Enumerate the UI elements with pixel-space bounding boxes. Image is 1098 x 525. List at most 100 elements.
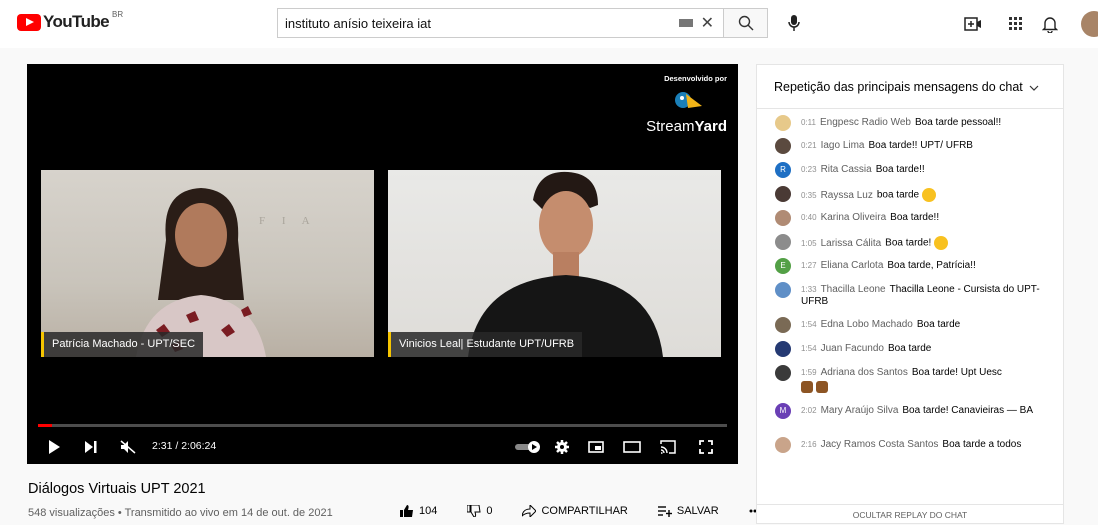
speaker-name-right: Vinicios Leal| Estudante UPT/UFRB <box>388 332 583 357</box>
bell-icon <box>1042 17 1058 33</box>
chat-avatar[interactable] <box>775 437 791 453</box>
chat-author[interactable]: Engpesc Radio Web <box>820 117 911 128</box>
chat-text: Boa tarde <box>887 343 932 354</box>
clear-search-icon[interactable]: ✕ <box>701 13 714 33</box>
hide-chat-replay-button[interactable]: OCULTAR REPLAY DO CHAT <box>757 504 1063 524</box>
chat-message-body: 1:27 Eliana Carlota Boa tarde, Patrícia!! <box>801 260 1045 272</box>
chat-avatar[interactable] <box>775 341 791 357</box>
account-avatar[interactable] <box>1081 11 1098 37</box>
voice-search-button[interactable] <box>783 12 805 34</box>
chat-avatar[interactable] <box>775 234 791 250</box>
like-button[interactable]: 104 <box>400 505 452 517</box>
chat-author[interactable]: Iago Lima <box>821 140 865 151</box>
chat-timestamp: 1:54 <box>801 320 817 329</box>
chat-timestamp: 1:27 <box>801 261 817 270</box>
youtube-logo[interactable]: YouTube BR <box>17 10 123 32</box>
progress-bar[interactable] <box>38 424 727 427</box>
like-count: 104 <box>419 505 438 517</box>
chat-avatar[interactable] <box>775 115 791 131</box>
chat-header[interactable]: Repetição das principais mensagens do ch… <box>757 65 1063 109</box>
chat-message: 1:54 Juan Facundo Boa tarde <box>775 341 1045 357</box>
chat-avatar[interactable]: E <box>775 258 791 274</box>
speaker-panel-right: Vinicios Leal| Estudante UPT/UFRB <box>388 170 721 357</box>
save-label: SALVAR <box>676 505 719 517</box>
chat-timestamp: 0:23 <box>801 165 817 174</box>
chat-message: 0:21 Iago Lima Boa tarde!! UPT/ UFRB <box>775 138 1045 154</box>
mute-button[interactable] <box>119 439 137 455</box>
chat-timestamp: 0:21 <box>801 141 817 150</box>
video-player[interactable]: Desenvolvido por StreamYard F I A Patríc… <box>27 64 738 464</box>
chat-message-body: 1:54 Edna Lobo Machado Boa tarde <box>801 319 1045 331</box>
chat-message-body: 0:23 Rita Cassia Boa tarde!! <box>801 164 1045 176</box>
theater-mode-button[interactable] <box>623 439 641 455</box>
chat-author[interactable]: Mary Araújo Silva <box>821 405 899 416</box>
chat-avatar[interactable] <box>775 365 791 381</box>
thumbs-up-icon <box>400 505 413 517</box>
share-label: COMPARTILHAR <box>541 505 628 517</box>
chat-message: 0:35 Rayssa Luz boa tarde <box>775 186 1045 202</box>
speaker-woman-image <box>136 188 266 357</box>
chat-text: Boa tarde pessoal!! <box>914 117 1002 128</box>
chat-text: Boa tarde a todos <box>942 439 1022 450</box>
streamyard-bird-icon <box>675 92 702 108</box>
create-video-button[interactable] <box>962 13 984 35</box>
search-input[interactable]: instituto anísio teixeira iat <box>278 16 679 31</box>
chat-author[interactable]: Adriana dos Santos <box>821 367 908 378</box>
apps-button[interactable] <box>1005 13 1027 35</box>
apps-grid-icon <box>1009 17 1022 30</box>
next-button[interactable] <box>82 439 100 455</box>
chat-message: 0:11 Engpesc Radio Web Boa tarde pessoal!! <box>775 115 1045 131</box>
playlist-add-icon <box>657 506 672 517</box>
chat-author[interactable]: Juan Facundo <box>821 343 884 354</box>
cast-button[interactable] <box>659 439 677 455</box>
chat-avatar[interactable] <box>775 138 791 154</box>
fullscreen-button[interactable] <box>697 439 715 455</box>
chat-author[interactable]: Rayssa Luz <box>821 190 873 201</box>
chat-avatar[interactable] <box>775 282 791 298</box>
chat-avatar[interactable] <box>775 317 791 333</box>
share-button[interactable]: COMPARTILHAR <box>522 505 642 517</box>
next-icon <box>85 441 97 453</box>
chat-text: Boa tarde <box>916 319 961 330</box>
play-button[interactable] <box>45 439 63 455</box>
autoplay-toggle[interactable] <box>515 439 541 455</box>
miniplayer-button[interactable] <box>587 439 605 455</box>
chat-avatar[interactable] <box>775 210 791 226</box>
settings-button[interactable] <box>553 439 571 455</box>
chat-avatar[interactable]: M <box>775 403 791 419</box>
keyboard-icon[interactable] <box>678 19 693 27</box>
logo-text: YouTube <box>43 12 110 31</box>
chat-author[interactable]: Rita Cassia <box>821 164 872 175</box>
chat-avatar[interactable] <box>775 186 791 202</box>
search-button[interactable] <box>723 8 768 38</box>
chat-timestamp: 0:35 <box>801 190 817 200</box>
video-actions: 104 0 COMPARTILHAR SALVAR <box>400 505 776 517</box>
chat-message: 1:59 Adriana dos Santos Boa tarde! Upt Ues… <box>775 365 1045 394</box>
chat-author[interactable]: Jacy Ramos Costa Santos <box>821 439 939 450</box>
cast-icon <box>660 440 676 454</box>
chat-author[interactable]: Eliana Carlota <box>821 260 884 271</box>
gear-icon <box>555 440 569 454</box>
chat-author[interactable]: Larissa Cálita <box>821 238 882 249</box>
save-button[interactable]: SALVAR <box>657 505 734 517</box>
chat-timestamp: 0:11 <box>801 118 816 127</box>
search-box[interactable]: instituto anísio teixeira iat ✕ <box>277 8 724 38</box>
dislike-button[interactable]: 0 <box>467 505 507 517</box>
chat-author[interactable]: Thacilla Leone <box>821 284 886 295</box>
chat-timestamp: 2:02 <box>801 406 817 415</box>
search-icon <box>738 15 753 31</box>
chat-text: Boa tarde, Patrícia!! <box>887 260 976 271</box>
notifications-button[interactable] <box>1039 13 1061 35</box>
chat-timestamp: 1:59 <box>801 368 817 377</box>
clapping-hands-icon <box>816 381 828 393</box>
chat-author[interactable]: Karina Oliveira <box>821 212 887 223</box>
chat-author[interactable]: Edna Lobo Machado <box>821 319 913 330</box>
chat-message: 0:40 Karina Oliveira Boa tarde!! <box>775 210 1045 226</box>
chat-message: 1:54 Edna Lobo Machado Boa tarde <box>775 317 1045 333</box>
video-meta: 548 visualizações • Transmitido ao vivo … <box>28 507 333 519</box>
chat-header-label: Repetição das principais mensagens do ch… <box>774 80 1023 94</box>
chat-text: Boa tarde!! UPT/ UFRB <box>868 140 973 151</box>
share-icon <box>522 505 537 517</box>
chat-message-body: 2:02 Mary Araújo Silva Boa tarde! Canaviei… <box>801 405 1045 417</box>
chat-avatar[interactable]: R <box>775 162 791 178</box>
